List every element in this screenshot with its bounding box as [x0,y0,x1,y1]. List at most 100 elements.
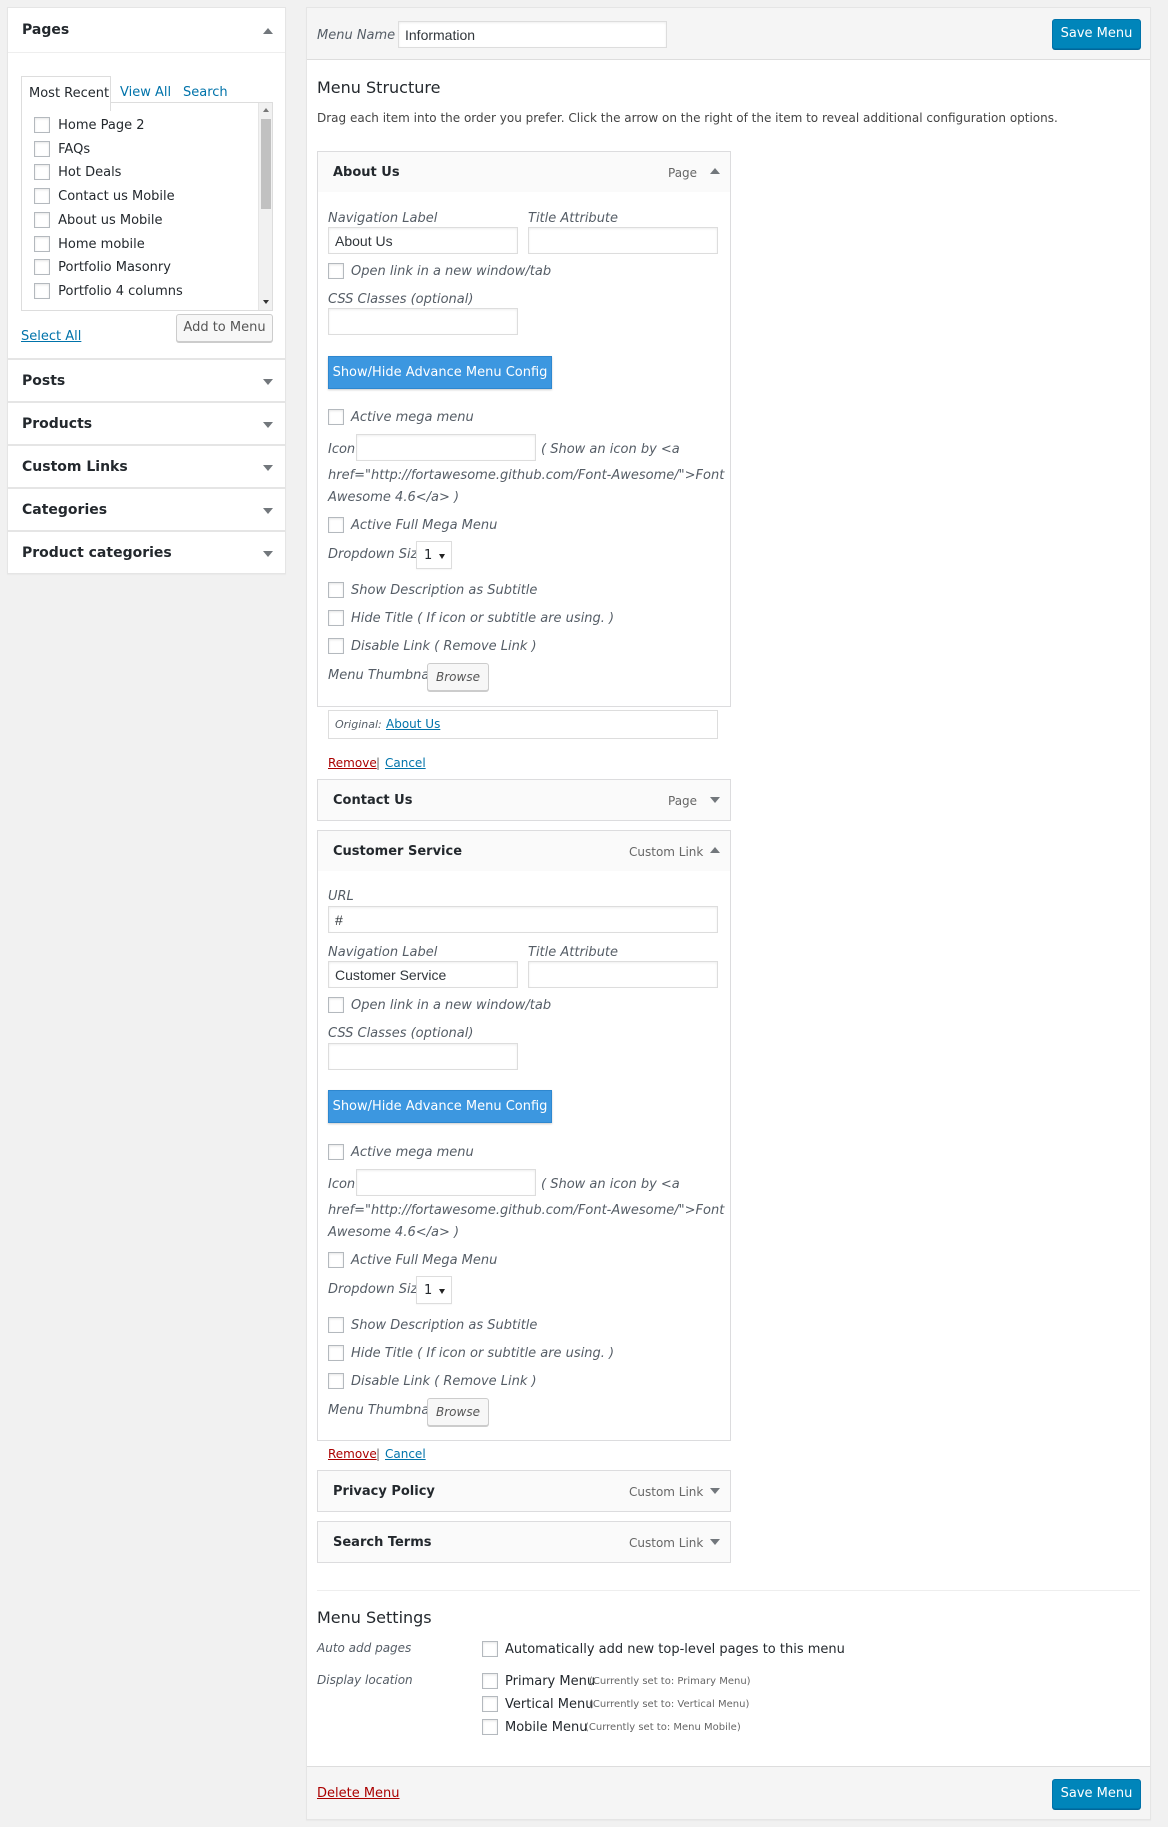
expand-arrow-icon[interactable] [263,379,273,385]
page-label: Contact us Mobile [58,188,175,204]
scroll-down-icon[interactable] [263,300,269,304]
categories-accordion[interactable]: Categories [7,488,286,531]
list-item[interactable]: Contact us Mobile [34,188,175,204]
title-attr-input[interactable] [528,961,718,988]
scroll-up-icon[interactable] [263,108,269,112]
menu-item-privacy-policy[interactable]: Privacy Policy Custom Link [317,1470,731,1512]
nav-label-input[interactable] [328,227,518,254]
page-checkbox[interactable] [34,188,50,204]
page-checkbox[interactable] [34,212,50,228]
add-to-menu-button[interactable]: Add to Menu [176,314,273,342]
tab-search[interactable]: Search [183,85,228,100]
save-menu-button[interactable]: Save Menu [1052,19,1141,49]
show-description-label: Show Description as Subtitle [351,1318,538,1333]
collapse-arrow-icon[interactable] [710,168,720,174]
menu-item-search-terms[interactable]: Search Terms Custom Link [317,1521,731,1563]
products-accordion[interactable]: Products [7,402,286,445]
active-mega-menu-checkbox[interactable] [328,409,344,425]
dropdown-size-select[interactable]: 1 [416,1276,452,1304]
dropdown-size-select[interactable]: 1 [416,541,452,569]
page-checkbox[interactable] [34,236,50,252]
dropdown-size-label: Dropdown Size [328,1282,426,1297]
pages-accordion-header[interactable]: Pages [8,8,285,53]
nav-label-input[interactable] [328,961,518,988]
posts-accordion[interactable]: Posts [7,359,286,402]
advance-config-button[interactable]: Show/Hide Advance Menu Config [328,356,552,389]
scrollbar[interactable] [258,103,272,310]
cancel-link[interactable]: Cancel [385,1447,426,1461]
remove-link[interactable]: Remove [328,1447,377,1461]
pages-list[interactable]: Home Page 2 FAQs Hot Deals Contact us Mo… [21,102,273,311]
hide-title-checkbox[interactable] [328,610,344,626]
menu-item-customer-service[interactable]: Customer Service Custom Link [317,830,731,872]
primary-menu-checkbox[interactable] [482,1673,498,1689]
title-attr-input[interactable] [528,227,718,254]
list-item[interactable]: Hot Deals [34,164,121,180]
menu-name-input[interactable] [398,21,667,48]
custom-links-accordion[interactable]: Custom Links [7,445,286,488]
show-description-checkbox[interactable] [328,582,344,598]
disable-link-checkbox[interactable] [328,638,344,654]
expand-arrow-icon[interactable] [710,1539,720,1545]
list-item[interactable]: Portfolio 4 columns [34,283,183,299]
vertical-menu-checkbox[interactable] [482,1696,498,1712]
list-item[interactable]: About us Mobile [34,212,163,228]
page-checkbox[interactable] [34,259,50,275]
page-checkbox[interactable] [34,117,50,133]
page-checkbox[interactable] [34,283,50,299]
expand-arrow-icon[interactable] [263,508,273,514]
active-mega-menu-checkbox[interactable] [328,1144,344,1160]
page-checkbox[interactable] [34,164,50,180]
open-new-window-checkbox[interactable] [328,997,344,1013]
page-checkbox[interactable] [34,141,50,157]
original-label: Original: [335,718,382,731]
mobile-menu-checkbox[interactable] [482,1719,498,1735]
list-item[interactable]: Home mobile [34,236,145,252]
scroll-thumb[interactable] [261,119,271,209]
tab-view-all[interactable]: View All [120,85,171,100]
css-classes-input[interactable] [328,308,518,335]
collapse-arrow-icon[interactable] [710,847,720,853]
active-full-mega-menu-checkbox[interactable] [328,1252,344,1268]
menu-item-contact-us[interactable]: Contact Us Page [317,779,731,821]
nav-label-label: Navigation Label [328,945,438,960]
browse-button[interactable]: Browse [427,1398,489,1426]
expand-arrow-icon[interactable] [710,1488,720,1494]
auto-add-checkbox[interactable] [482,1641,498,1657]
original-link[interactable]: About Us [386,717,440,731]
advance-config-button[interactable]: Show/Hide Advance Menu Config [328,1090,552,1123]
menu-item-about-us[interactable]: About Us Page [317,151,731,193]
icon-input[interactable] [356,434,536,461]
expand-arrow-icon[interactable] [710,797,720,803]
open-new-window-checkbox[interactable] [328,263,344,279]
menu-item-type: Custom Link [629,1485,704,1499]
title-attr-label: Title Attribute [528,211,619,226]
expand-arrow-icon[interactable] [263,422,273,428]
list-item[interactable]: Home Page 2 [34,117,145,133]
list-item[interactable]: FAQs [34,141,90,157]
list-item[interactable]: Portfolio Masonry [34,259,171,275]
menu-structure-title: Menu Structure [317,78,441,97]
product-categories-accordion[interactable]: Product categories [7,531,286,574]
cancel-link[interactable]: Cancel [385,756,426,770]
menu-item-type: Page [668,794,698,808]
hide-title-checkbox[interactable] [328,1345,344,1361]
delete-menu-link[interactable]: Delete Menu [317,1786,400,1801]
page-label: Portfolio 4 columns [58,283,183,299]
show-description-checkbox[interactable] [328,1317,344,1333]
select-all-link[interactable]: Select All [21,329,81,344]
tab-most-recent[interactable]: Most Recent [21,76,111,111]
active-full-mega-menu-checkbox[interactable] [328,517,344,533]
browse-button[interactable]: Browse [427,663,489,691]
save-menu-button[interactable]: Save Menu [1052,1779,1141,1809]
active-full-mega-menu-label: Active Full Mega Menu [351,1253,498,1268]
expand-arrow-icon[interactable] [263,551,273,557]
expand-arrow-icon[interactable] [263,465,273,471]
url-input[interactable] [328,906,718,933]
css-classes-input[interactable] [328,1043,518,1070]
icon-input[interactable] [356,1169,536,1196]
collapse-arrow-icon[interactable] [263,28,273,34]
remove-link[interactable]: Remove [328,756,377,770]
disable-link-checkbox[interactable] [328,1373,344,1389]
auto-add-text: Automatically add new top-level pages to… [505,1642,845,1657]
